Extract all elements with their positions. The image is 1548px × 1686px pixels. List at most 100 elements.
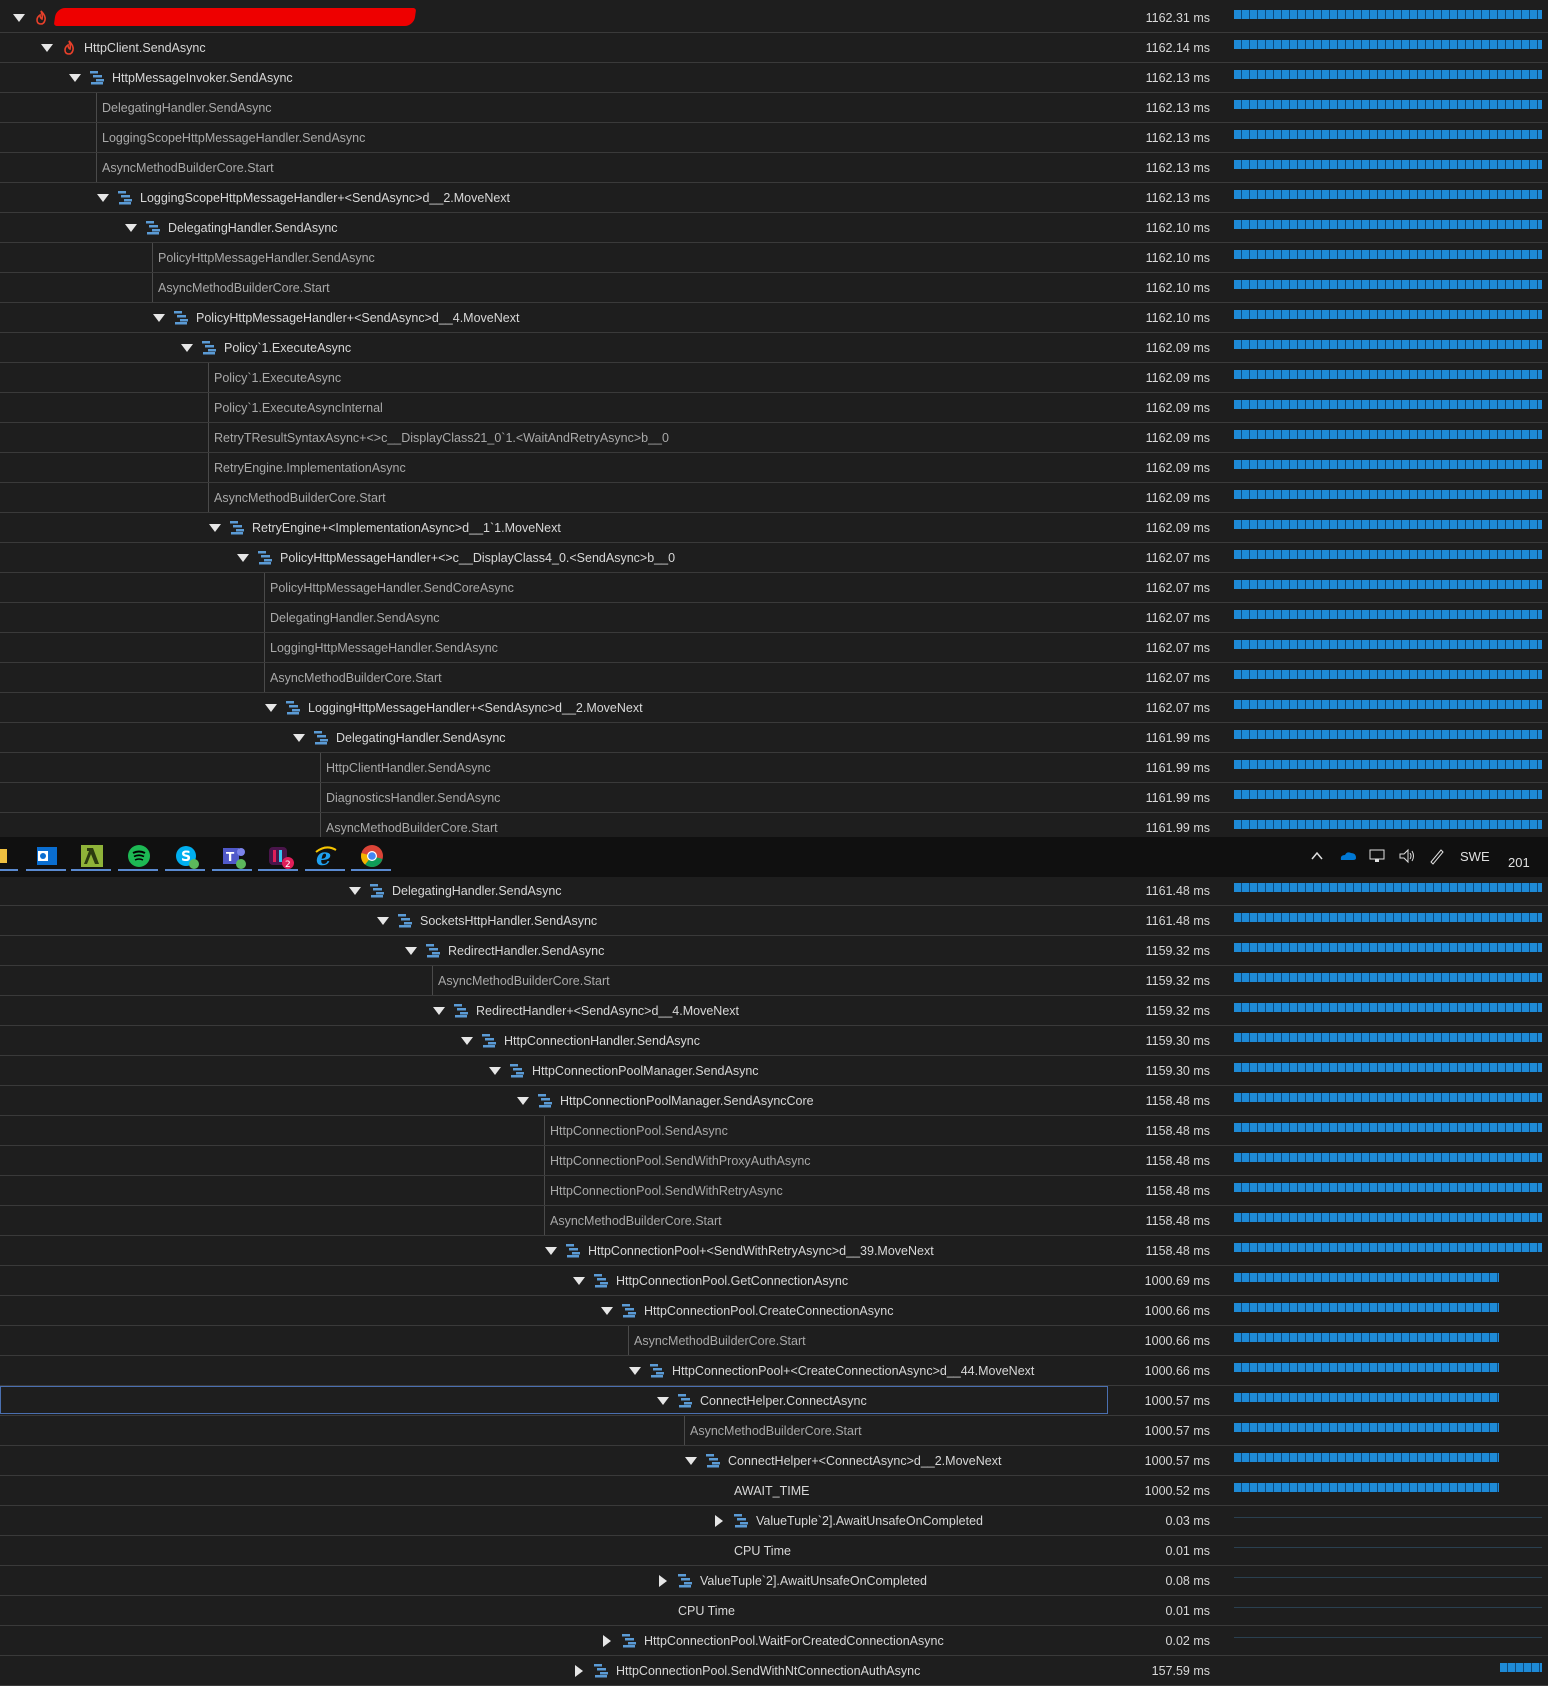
tree-row[interactable]: RedirectHandler.SendAsync 1159.32 ms bbox=[0, 936, 1548, 966]
expand-toggle-icon[interactable] bbox=[572, 1664, 586, 1678]
tree-row[interactable]: AsyncMethodBuilderCore.Start 1162.09 ms bbox=[0, 483, 1548, 513]
tree-row[interactable]: HttpConnectionPool.WaitForCreatedConnect… bbox=[0, 1626, 1548, 1656]
collapse-toggle-icon[interactable] bbox=[628, 1364, 642, 1378]
collapse-toggle-icon[interactable] bbox=[40, 41, 54, 55]
tree-row[interactable]: HttpClientHandler.SendAsync 1161.99 ms bbox=[0, 753, 1548, 783]
tree-row[interactable]: RetryTResultSyntaxAsync+<>c__DisplayClas… bbox=[0, 423, 1548, 453]
tree-row[interactable]: HttpConnectionPool+<SendWithRetryAsync>d… bbox=[0, 1236, 1548, 1266]
tree-row[interactable]: LoggingScopeHttpMessageHandler+<SendAsyn… bbox=[0, 183, 1548, 213]
collapse-toggle-icon[interactable] bbox=[432, 1004, 446, 1018]
language-indicator[interactable]: SWE bbox=[1460, 849, 1490, 864]
tree-row[interactable]: AsyncMethodBuilderCore.Start 1000.66 ms bbox=[0, 1326, 1548, 1356]
collapse-toggle-icon[interactable] bbox=[292, 731, 306, 745]
outlook-button[interactable] bbox=[26, 841, 66, 871]
pen-icon[interactable] bbox=[1428, 847, 1446, 865]
tree-row[interactable]: HttpClient.SendAsync 1162.14 ms bbox=[0, 33, 1548, 63]
method-icon bbox=[398, 913, 414, 928]
tree-row[interactable]: LoggingHttpMessageHandler+<SendAsync>d__… bbox=[0, 693, 1548, 723]
tree-row[interactable]: ConnectHelper.ConnectAsync 1000.57 ms bbox=[0, 1386, 1548, 1416]
tree-row[interactable]: DiagnosticsHandler.SendAsync 1161.99 ms bbox=[0, 783, 1548, 813]
expand-toggle-icon[interactable] bbox=[600, 1634, 614, 1648]
collapse-toggle-icon[interactable] bbox=[376, 914, 390, 928]
collapse-toggle-icon[interactable] bbox=[600, 1304, 614, 1318]
tree-row[interactable]: HttpMessageInvoker.SendAsync 1162.13 ms bbox=[0, 63, 1548, 93]
tree-row[interactable]: HttpConnectionPool.SendWithProxyAuthAsyn… bbox=[0, 1146, 1548, 1176]
tree-row[interactable]: HttpConnectionPool.CreateConnectionAsync… bbox=[0, 1296, 1548, 1326]
spotify-button[interactable] bbox=[118, 841, 158, 871]
collapse-toggle-icon[interactable] bbox=[544, 1244, 558, 1258]
tree-row[interactable]: Policy`1.ExecuteAsyncInternal 1162.09 ms bbox=[0, 393, 1548, 423]
collapse-toggle-icon[interactable] bbox=[180, 341, 194, 355]
tree-row[interactable]: PolicyHttpMessageHandler.SendCoreAsync 11… bbox=[0, 573, 1548, 603]
tree-row[interactable]: ValueTuple`2].AwaitUnsafeOnCompleted 0.03… bbox=[0, 1506, 1548, 1536]
tree-guide-line bbox=[208, 423, 209, 452]
tree-row[interactable]: HttpConnectionPool+<CreateConnectionAsyn… bbox=[0, 1356, 1548, 1386]
tree-row[interactable]: AsyncMethodBuilderCore.Start 1162.07 ms bbox=[0, 663, 1548, 693]
tree-row[interactable]: DelegatingHandler.SendAsync 1161.48 ms bbox=[0, 876, 1548, 906]
collapse-toggle-icon[interactable] bbox=[656, 1394, 670, 1408]
expand-toggle-icon[interactable] bbox=[712, 1514, 726, 1528]
tree-row[interactable]: SocketsHttpHandler.SendAsync 1161.48 ms bbox=[0, 906, 1548, 936]
tree-row[interactable]: DelegatingHandler.SendAsync 1161.99 ms bbox=[0, 723, 1548, 753]
collapse-toggle-icon[interactable] bbox=[124, 221, 138, 235]
time-bar bbox=[1234, 190, 1542, 199]
tree-row[interactable]: DelegatingHandler.SendAsync 1162.10 ms bbox=[0, 213, 1548, 243]
expand-toggle-icon[interactable] bbox=[656, 1574, 670, 1588]
collapse-toggle-icon[interactable] bbox=[460, 1034, 474, 1048]
collapse-toggle-icon[interactable] bbox=[516, 1094, 530, 1108]
tree-row[interactable]: LoggingHttpMessageHandler.SendAsync 1162.… bbox=[0, 633, 1548, 663]
collapse-toggle-icon[interactable] bbox=[208, 521, 222, 535]
collapse-toggle-icon[interactable] bbox=[348, 884, 362, 898]
collapse-toggle-icon[interactable] bbox=[684, 1454, 698, 1468]
tree-row[interactable]: RetryEngine.ImplementationAsync 1162.09 m… bbox=[0, 453, 1548, 483]
tree-row[interactable]: AsyncMethodBuilderCore.Start 1000.57 ms bbox=[0, 1416, 1548, 1446]
tree-row[interactable]: CPU Time 0.01 ms bbox=[0, 1536, 1548, 1566]
chrome-button[interactable] bbox=[351, 841, 391, 871]
tree-row[interactable]: PolicyHttpMessageHandler+<>c__DisplayCla… bbox=[0, 543, 1548, 573]
collapse-toggle-icon[interactable] bbox=[152, 311, 166, 325]
tree-row[interactable]: HttpConnectionHandler.SendAsync 1159.30 m… bbox=[0, 1026, 1548, 1056]
volume-icon[interactable] bbox=[1398, 847, 1416, 865]
onedrive-icon[interactable] bbox=[1338, 847, 1356, 865]
slack-button[interactable]: 2 bbox=[258, 841, 298, 871]
collapse-toggle-icon[interactable] bbox=[96, 191, 110, 205]
tree-row[interactable]: AsyncMethodBuilderCore.Start 1162.13 ms bbox=[0, 153, 1548, 183]
lambda-app-button[interactable] bbox=[71, 841, 111, 871]
tree-row[interactable]: RetryEngine+<ImplementationAsync>d__1`1.… bbox=[0, 513, 1548, 543]
tree-row[interactable]: 1162.31 ms bbox=[0, 3, 1548, 33]
tree-row[interactable]: HttpConnectionPool.GetConnectionAsync 100… bbox=[0, 1266, 1548, 1296]
tree-row[interactable]: DelegatingHandler.SendAsync 1162.13 ms bbox=[0, 93, 1548, 123]
chevron-up-icon[interactable] bbox=[1308, 847, 1326, 865]
tree-row[interactable]: AsyncMethodBuilderCore.Start 1158.48 ms bbox=[0, 1206, 1548, 1236]
tree-row[interactable]: AWAIT_TIME 1000.52 ms bbox=[0, 1476, 1548, 1506]
tree-row[interactable]: ValueTuple`2].AwaitUnsafeOnCompleted 0.08… bbox=[0, 1566, 1548, 1596]
collapse-toggle-icon[interactable] bbox=[12, 11, 26, 25]
tree-row[interactable]: HttpConnectionPool.SendWithRetryAsync 115… bbox=[0, 1176, 1548, 1206]
collapse-toggle-icon[interactable] bbox=[572, 1274, 586, 1288]
tree-row[interactable]: AsyncMethodBuilderCore.Start 1159.32 ms bbox=[0, 966, 1548, 996]
tree-row[interactable]: Policy`1.ExecuteAsync 1162.09 ms bbox=[0, 333, 1548, 363]
tree-row[interactable]: DelegatingHandler.SendAsync 1162.07 ms bbox=[0, 603, 1548, 633]
collapse-toggle-icon[interactable] bbox=[264, 701, 278, 715]
collapse-toggle-icon[interactable] bbox=[68, 71, 82, 85]
tree-row[interactable]: PolicyHttpMessageHandler.SendAsync 1162.1… bbox=[0, 243, 1548, 273]
collapse-toggle-icon[interactable] bbox=[236, 551, 250, 565]
teams-button[interactable]: T bbox=[212, 841, 252, 871]
tree-row[interactable]: AsyncMethodBuilderCore.Start 1162.10 ms bbox=[0, 273, 1548, 303]
tree-row[interactable]: HttpConnectionPoolManager.SendAsync 1159.… bbox=[0, 1056, 1548, 1086]
tree-row[interactable]: Policy`1.ExecuteAsync 1162.09 ms bbox=[0, 363, 1548, 393]
tree-row[interactable]: HttpConnectionPoolManager.SendAsyncCore 1… bbox=[0, 1086, 1548, 1116]
file-explorer-button[interactable] bbox=[0, 841, 18, 871]
clock[interactable]: 201 bbox=[1508, 855, 1530, 870]
tree-row[interactable]: LoggingScopeHttpMessageHandler.SendAsync… bbox=[0, 123, 1548, 153]
collapse-toggle-icon[interactable] bbox=[404, 944, 418, 958]
tree-row[interactable]: CPU Time 0.01 ms bbox=[0, 1596, 1548, 1626]
tree-row[interactable]: RedirectHandler+<SendAsync>d__4.MoveNext… bbox=[0, 996, 1548, 1026]
tree-row[interactable]: HttpConnectionPool.SendAsync 1158.48 ms bbox=[0, 1116, 1548, 1146]
collapse-toggle-icon[interactable] bbox=[488, 1064, 502, 1078]
tree-row[interactable]: PolicyHttpMessageHandler+<SendAsync>d__4… bbox=[0, 303, 1548, 333]
skype-button[interactable]: S bbox=[165, 841, 205, 871]
network-icon[interactable] bbox=[1368, 847, 1386, 865]
internet-explorer-button[interactable]: e bbox=[305, 841, 345, 871]
tree-row[interactable]: ConnectHelper+<ConnectAsync>d__2.MoveNex… bbox=[0, 1446, 1548, 1476]
